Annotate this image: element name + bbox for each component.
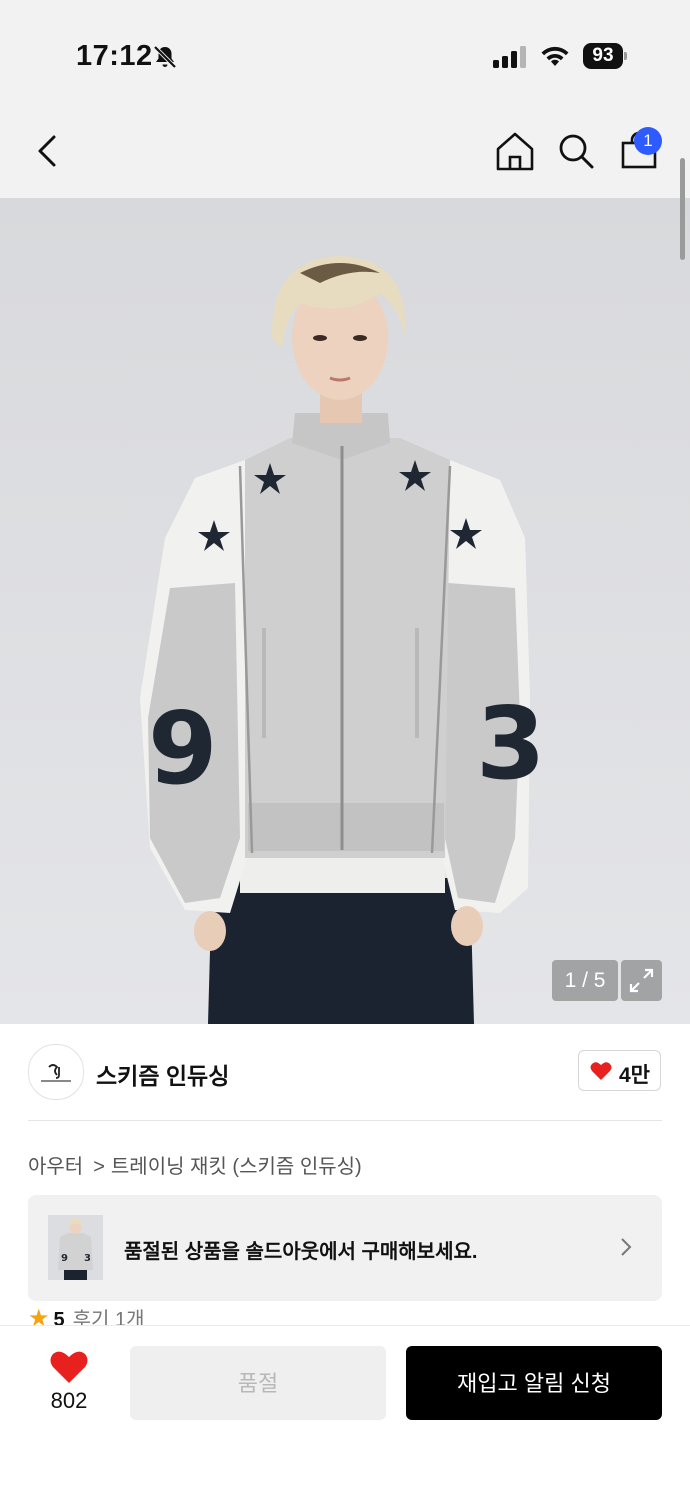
banner-thumbnail: 9 3 [48, 1215, 103, 1280]
heart-icon [590, 1062, 612, 1080]
brand-like-count: 4만 [619, 1064, 650, 1087]
cart-count-badge: 1 [634, 127, 662, 155]
svg-text:3: 3 [476, 685, 546, 802]
divider [28, 1120, 662, 1121]
battery-level: 93 [583, 43, 623, 69]
brand-logo[interactable] [28, 1044, 84, 1100]
svg-text:3: 3 [84, 1253, 91, 1264]
brand-name[interactable]: 스키즘 인듀싱 [96, 1057, 229, 1091]
soldout-banner[interactable]: 9 3 품절된 상품을 솔드아웃에서 구매해보세요. [28, 1195, 662, 1301]
battery-tip [624, 52, 627, 60]
svg-text:9: 9 [148, 690, 218, 807]
expand-icon[interactable] [621, 960, 662, 1001]
status-time: 17:12 [76, 40, 153, 72]
status-bar: 17:12 93 [0, 0, 690, 100]
product-image[interactable]: 9 3 [0, 198, 690, 1024]
breadcrumb-separator: > [93, 1156, 105, 1178]
heart-icon[interactable] [50, 1350, 88, 1384]
brand-like-button[interactable]: 4만 [578, 1050, 661, 1091]
image-page-counter: 1 / 5 [552, 960, 618, 1001]
scrollbar-thumb[interactable] [680, 158, 685, 260]
home-icon[interactable] [493, 129, 537, 173]
brand-logo-mark [41, 1064, 71, 1082]
wish-count: 802 [50, 1388, 88, 1413]
bell-slash-icon [153, 45, 177, 69]
restock-alert-button[interactable]: 재입고 알림 신청 [406, 1346, 662, 1420]
svg-text:9: 9 [61, 1253, 68, 1264]
product-photo: 9 3 [0, 198, 690, 1024]
wifi-icon [541, 46, 569, 66]
search-icon[interactable] [554, 129, 598, 173]
soldout-banner-text: 품절된 상품을 솔드아웃에서 구매해보세요. [124, 1241, 478, 1263]
soldout-button[interactable]: 품절 [130, 1346, 386, 1420]
chevron-right-icon [621, 1238, 632, 1256]
breadcrumb-category[interactable]: 아우터 [28, 1156, 83, 1178]
cellular-signal-icon [493, 46, 526, 68]
battery-indicator: 93 [583, 43, 627, 69]
banner-product-photo: 9 3 [48, 1215, 103, 1280]
breadcrumb-product: 트레이닝 재킷 (스키즘 인듀싱) [110, 1156, 362, 1178]
back-chevron-icon[interactable] [26, 129, 70, 173]
breadcrumb: 아우터 > 트레이닝 재킷 (스키즘 인듀싱) [28, 1150, 362, 1179]
